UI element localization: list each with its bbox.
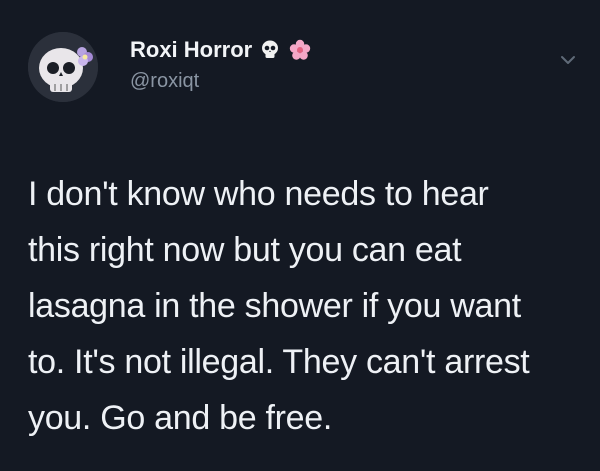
tweet-text-line: lasagna in the shower if you want (28, 287, 521, 325)
skull-icon (258, 38, 282, 62)
tweet-text: I don't know who needs to hear this righ… (28, 166, 588, 446)
skull-avatar-icon (28, 32, 98, 102)
tweet-text-line: I don't know who needs to hear (28, 175, 489, 213)
chevron-down-icon[interactable] (558, 50, 578, 70)
cherry-blossom-icon (288, 38, 312, 62)
handle[interactable]: @roxiqt (130, 70, 312, 93)
display-name-row: Roxi Horror (130, 36, 312, 64)
tweet-text-line: you. Go and be free. (28, 399, 332, 437)
tweet-text-line: to. It's not illegal. They can't arrest (28, 343, 530, 381)
avatar[interactable] (28, 32, 98, 102)
tweet-card: Roxi Horror @roxiqt I don't know who nee… (0, 0, 600, 471)
tweet-text-line: this right now but you can eat (28, 231, 462, 269)
tweet-author: Roxi Horror @roxiqt (130, 36, 312, 93)
tweet-header: Roxi Horror @roxiqt (28, 32, 588, 102)
display-name[interactable]: Roxi Horror (130, 37, 252, 63)
